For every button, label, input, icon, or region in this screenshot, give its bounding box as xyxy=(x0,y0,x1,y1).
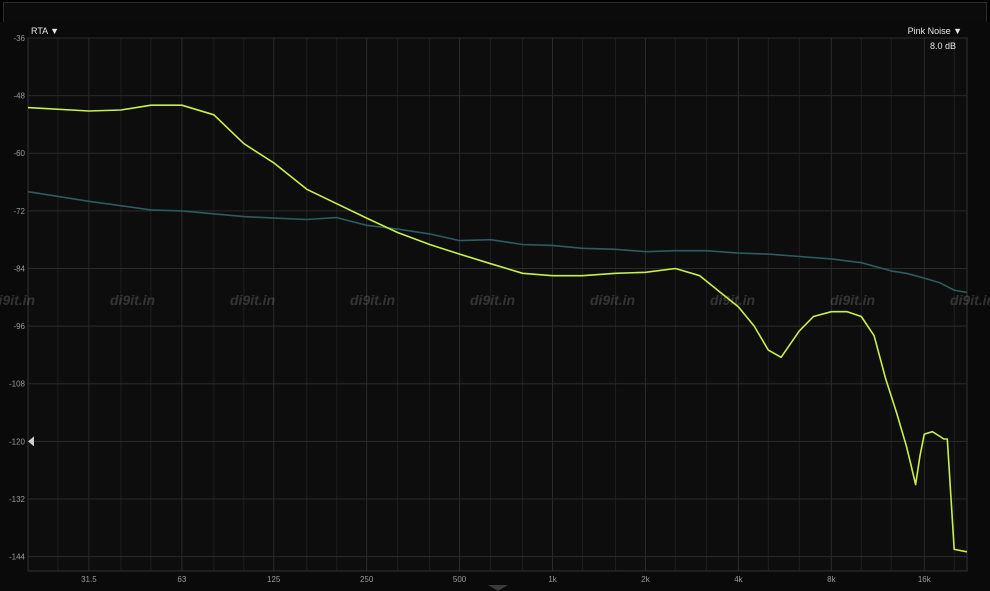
x-tick-label: 63 xyxy=(177,575,186,584)
x-tick-label: 2k xyxy=(641,575,650,584)
y-tick-label: -72 xyxy=(13,207,25,216)
watermark-text: di9it.in xyxy=(470,292,515,308)
watermark-text: di9it.in xyxy=(0,292,35,308)
x-tick-label: 500 xyxy=(453,575,467,584)
y-tick-label: -132 xyxy=(9,495,26,504)
x-tick-label: 1k xyxy=(548,575,557,584)
spectrum-chart: di9it.in di9it.in di9it.in di9it.in di9it.in… xyxy=(0,34,990,591)
scroll-handle[interactable] xyxy=(488,585,508,591)
y-tick-label: -96 xyxy=(13,322,25,331)
y-tick-label: -84 xyxy=(13,264,25,273)
watermark-text: di9it.in xyxy=(830,292,875,308)
gain-readout: 8.0 dB xyxy=(929,41,956,51)
analyzer-window: di9it.in di9it.in di9it.in di9it.in di9it.in… xyxy=(0,0,990,591)
x-tick-label: 125 xyxy=(267,575,281,584)
x-tick-label: 250 xyxy=(360,575,374,584)
x-tick-label: 8k xyxy=(827,575,836,584)
y-tick-label: -36 xyxy=(13,34,25,43)
watermark-text: di9it.in xyxy=(110,292,155,308)
x-tick-label: 31.5 xyxy=(81,575,97,584)
watermark-text: di9it.in xyxy=(350,292,395,308)
analyzer-mode-dropdown[interactable]: RTA ▼ xyxy=(31,26,59,37)
watermark-text: di9it.in xyxy=(590,292,635,308)
watermark-row: di9it.in di9it.in di9it.in di9it.in di9it.in… xyxy=(0,292,990,308)
y-tick-label: -60 xyxy=(13,149,25,158)
x-tick-label: 16k xyxy=(918,575,932,584)
y-tick-label: -120 xyxy=(9,437,26,446)
y-tick-label: -144 xyxy=(9,553,26,562)
watermark-text: di9it.in xyxy=(230,292,275,308)
y-tick-label: -108 xyxy=(9,380,26,389)
source-dropdown[interactable]: Pink Noise ▼ xyxy=(908,26,962,37)
watermark-text: di9it.in xyxy=(950,292,990,308)
x-axis-ticks: 31.5 63 125 250 500 1k 2k 4k 8k 16k xyxy=(81,575,932,584)
y-tick-label: -48 xyxy=(13,92,25,101)
watermark-text: di9it.in xyxy=(710,292,755,308)
x-tick-label: 4k xyxy=(734,575,743,584)
